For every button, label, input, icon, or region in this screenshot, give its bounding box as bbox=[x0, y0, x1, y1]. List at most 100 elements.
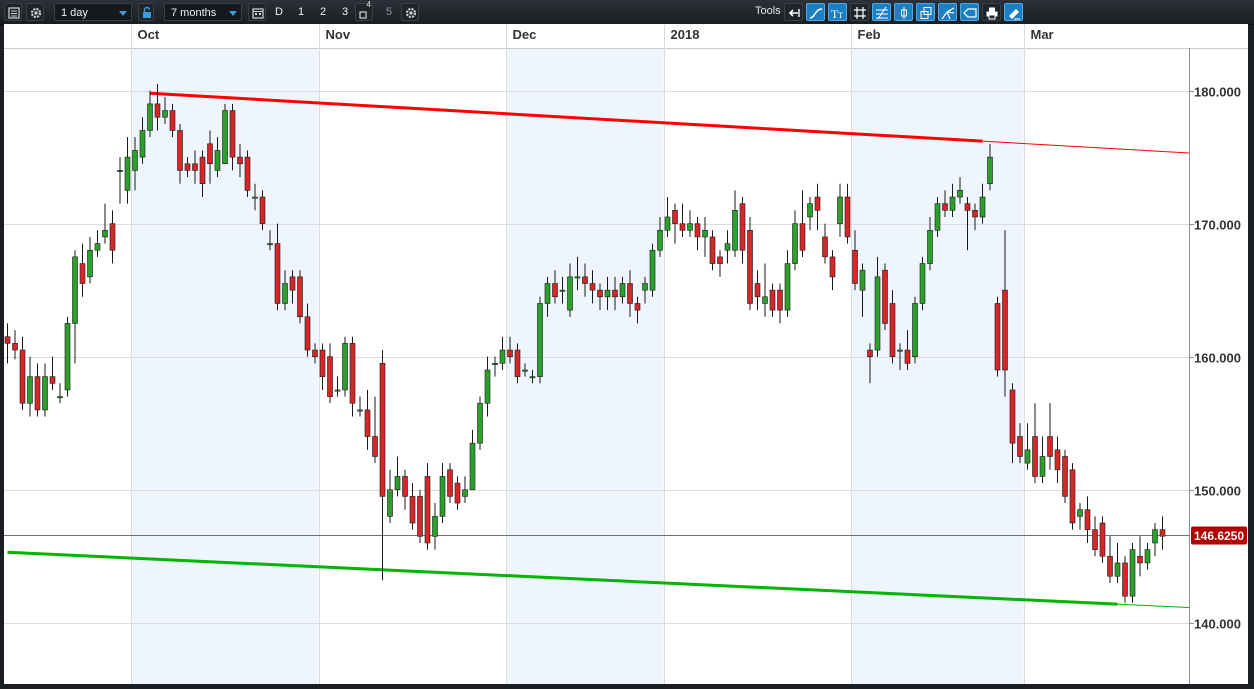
candle-down bbox=[297, 276, 303, 318]
candle-up bbox=[477, 402, 483, 444]
x-tick-label: 2018 bbox=[671, 27, 700, 42]
candle-down bbox=[672, 210, 678, 224]
x-tick-label: Dec bbox=[513, 27, 537, 42]
interval-dropdown[interactable]: 1 day bbox=[54, 3, 132, 21]
candle-up bbox=[462, 489, 468, 497]
fibonacci-tool-icon[interactable] bbox=[872, 3, 891, 21]
chart-type-d-button[interactable]: D bbox=[271, 3, 287, 21]
candle-down bbox=[867, 349, 873, 357]
candle-down bbox=[1107, 555, 1113, 577]
trendline-tool-icon[interactable] bbox=[806, 3, 825, 21]
chart-type-4-button[interactable]: 4 bbox=[355, 0, 373, 21]
candle-down bbox=[694, 223, 701, 238]
candle-down bbox=[582, 276, 588, 284]
candle-up bbox=[162, 110, 168, 118]
candle-up bbox=[222, 110, 228, 165]
back-arrow-icon[interactable] bbox=[784, 3, 803, 21]
candle-down bbox=[597, 289, 603, 298]
candle-up bbox=[1144, 549, 1151, 564]
candle-up bbox=[949, 196, 956, 211]
candle-up bbox=[439, 476, 446, 517]
candle-up bbox=[432, 516, 438, 537]
grid-tool-icon[interactable] bbox=[850, 3, 869, 21]
text-tool-icon[interactable]: TT bbox=[828, 3, 847, 21]
candle-down bbox=[1092, 529, 1098, 550]
print-icon[interactable] bbox=[982, 3, 1001, 21]
candle-up bbox=[27, 376, 33, 404]
date-header bbox=[4, 24, 1248, 48]
compare-tool-icon[interactable] bbox=[916, 3, 935, 21]
candle-down bbox=[994, 303, 1001, 371]
chart-type-5-button[interactable]: 5 bbox=[381, 3, 397, 21]
candle-up bbox=[897, 349, 903, 352]
candlestick-chart-svg[interactable]: 140.000 150.000 160.000 170.000 180.000 Oct No… bbox=[4, 24, 1248, 684]
candle-up bbox=[792, 223, 798, 264]
candle-down bbox=[417, 496, 423, 537]
eraser-tool-icon[interactable] bbox=[1004, 3, 1023, 21]
candle-down bbox=[4, 336, 11, 344]
candle-down bbox=[747, 229, 753, 304]
chart-type-4-label: 4 bbox=[366, 0, 371, 9]
candle-down bbox=[822, 236, 828, 258]
chart-type-1-button[interactable]: 1 bbox=[293, 3, 309, 21]
candle-down bbox=[679, 223, 686, 231]
candle-down bbox=[1122, 562, 1128, 597]
candle-down bbox=[199, 156, 206, 185]
candle-up bbox=[214, 150, 221, 171]
candle-up bbox=[807, 203, 813, 218]
candle-up bbox=[619, 283, 626, 298]
chart-type-2-button[interactable]: 2 bbox=[315, 3, 331, 21]
candle-down bbox=[709, 236, 716, 264]
menu-icon[interactable] bbox=[4, 3, 22, 21]
candle-down bbox=[1159, 529, 1166, 537]
candle-up bbox=[957, 190, 963, 198]
candle-up bbox=[469, 442, 476, 491]
candle-up bbox=[837, 196, 843, 224]
candle-down bbox=[1054, 449, 1061, 471]
candle-up bbox=[1129, 549, 1136, 597]
candle-up bbox=[732, 210, 738, 251]
candle-up bbox=[567, 276, 573, 311]
candle-down bbox=[364, 409, 371, 437]
candle-down bbox=[844, 196, 851, 238]
candle-up bbox=[124, 156, 131, 191]
chart-settings-gear-icon[interactable] bbox=[401, 3, 419, 21]
candle-down bbox=[852, 249, 858, 284]
candle-down bbox=[184, 163, 191, 171]
chart-type-3-button[interactable]: 3 bbox=[337, 3, 353, 21]
candle-up bbox=[574, 276, 581, 279]
candle-down bbox=[12, 343, 18, 351]
label-tool-icon[interactable] bbox=[960, 3, 979, 21]
candle-up bbox=[537, 303, 543, 377]
candle-down bbox=[259, 196, 266, 224]
candle-down bbox=[814, 196, 821, 211]
interval-value: 1 day bbox=[61, 7, 88, 19]
candle-down bbox=[349, 343, 356, 404]
candle-up bbox=[987, 156, 993, 185]
pitchfork-tool-icon[interactable] bbox=[938, 3, 957, 21]
range-dropdown[interactable]: 7 months bbox=[164, 3, 242, 21]
candle-up bbox=[912, 303, 918, 357]
candle-up bbox=[492, 363, 498, 365]
candle-up bbox=[642, 283, 648, 291]
lock-icon[interactable] bbox=[138, 3, 154, 21]
candle-up bbox=[499, 349, 506, 364]
candle-up bbox=[57, 396, 63, 399]
candle-down bbox=[424, 476, 431, 544]
candle-up bbox=[357, 409, 363, 412]
price-chart[interactable]: 140.000 150.000 160.000 170.000 180.000 Oct No… bbox=[4, 24, 1248, 684]
candle-down bbox=[589, 283, 596, 291]
candle-down bbox=[1137, 555, 1143, 564]
candle-down bbox=[799, 223, 806, 251]
candle-up bbox=[252, 196, 258, 199]
candle-up bbox=[1114, 562, 1121, 577]
tools-label: Tools bbox=[755, 5, 781, 17]
settings-gear-icon[interactable] bbox=[26, 3, 44, 21]
candle-down bbox=[19, 349, 26, 404]
calendar-icon[interactable] bbox=[248, 3, 266, 21]
candle-up bbox=[522, 369, 528, 372]
candle-tool-icon[interactable] bbox=[894, 3, 913, 21]
candle-down bbox=[447, 469, 453, 497]
candle-down bbox=[372, 436, 378, 457]
chart-toolbar: 1 day 7 months D 1 2 3 4 5 Tools TT bbox=[0, 0, 1254, 25]
